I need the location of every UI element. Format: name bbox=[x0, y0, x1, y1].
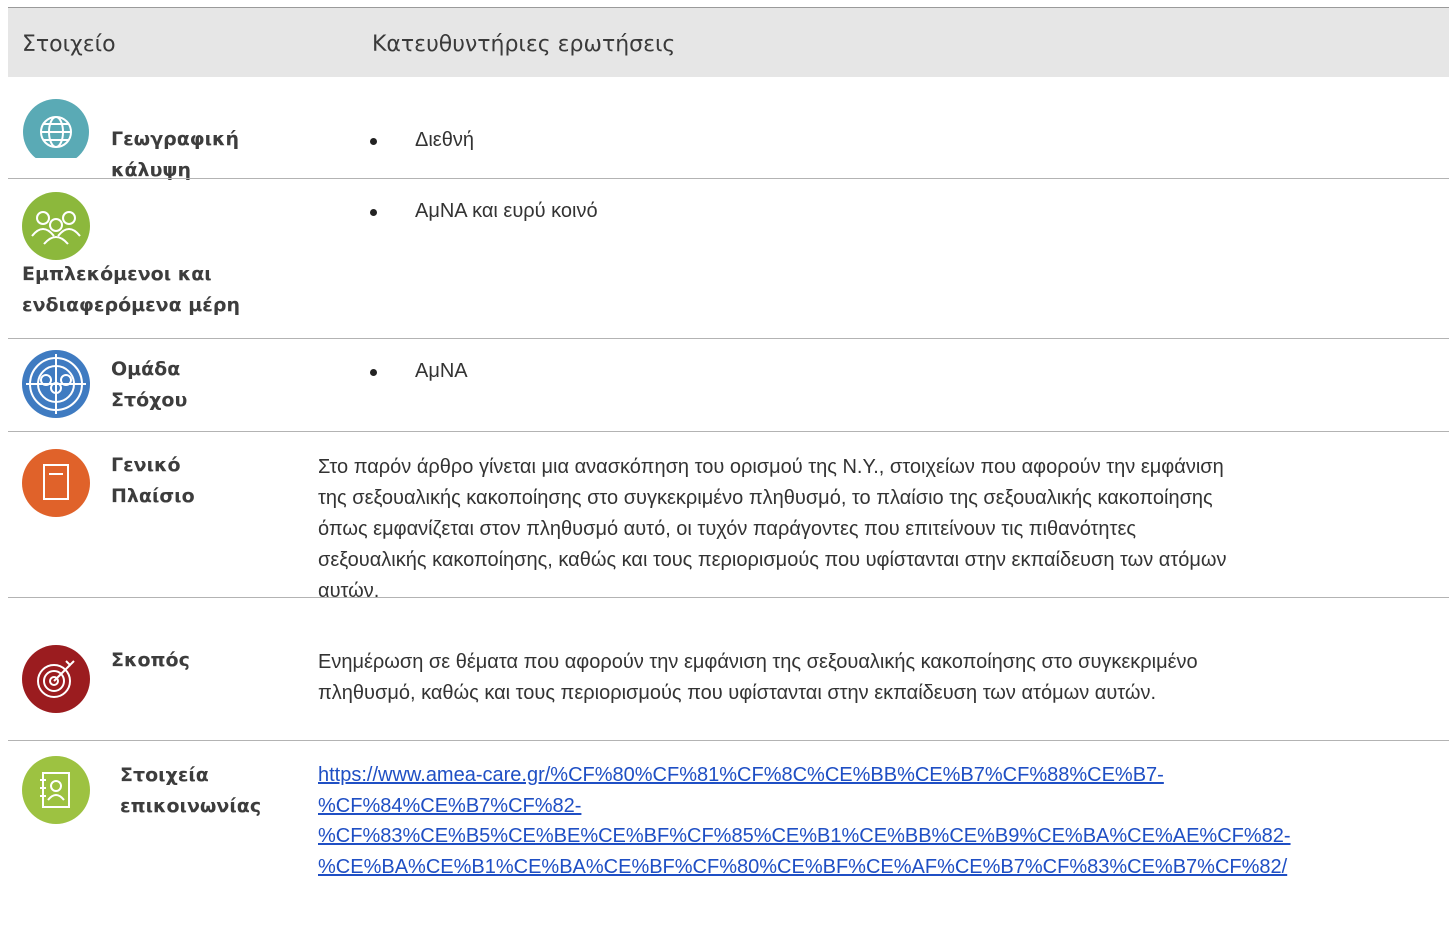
stakeholders-value: ΑμΝΑ και ευρύ κοινό bbox=[415, 200, 598, 222]
bullet-dot bbox=[370, 209, 377, 216]
bullet-dot bbox=[370, 138, 377, 145]
context-paragraph: Στο παρόν άρθρο γίνεται μια ανασκόπηση τ… bbox=[318, 456, 1227, 602]
contact-book-icon bbox=[22, 756, 90, 824]
label-goal: Σκοπός bbox=[111, 649, 190, 671]
row-divider bbox=[8, 338, 1449, 339]
contact-link[interactable]: https://www.amea-care.gr/%CF%80%CF%81%CF… bbox=[318, 760, 1291, 882]
people-group-icon bbox=[22, 192, 90, 260]
label-target-group: Ομάδα Στόχου bbox=[111, 358, 188, 411]
document-icon bbox=[22, 449, 90, 517]
label-stakeholders: Εμπλεκόμενοι και ενδιαφερόμενα μέρη bbox=[22, 263, 240, 316]
row-divider bbox=[8, 597, 1449, 598]
label-geographic-coverage: Γεωγραφική κάλυψη bbox=[111, 128, 240, 181]
label-general-context: Γενικό Πλαίσιο bbox=[111, 454, 195, 507]
target-group-icon bbox=[22, 350, 90, 418]
target-arrow-icon bbox=[22, 645, 90, 713]
row-divider bbox=[8, 431, 1449, 432]
header-element: Στοιχείο bbox=[22, 32, 116, 57]
row-divider bbox=[8, 740, 1449, 741]
globe-icon bbox=[23, 99, 89, 158]
geo-value: Διεθνή bbox=[415, 129, 474, 151]
bullet-dot bbox=[370, 369, 377, 376]
target-group-value: ΑμΝΑ bbox=[415, 360, 468, 382]
table-header: Στοιχείο Κατευθυντήριες ερωτήσεις bbox=[8, 8, 1449, 77]
label-contact-details: Στοιχεία επικοινωνίας bbox=[120, 764, 262, 817]
row-divider bbox=[8, 178, 1449, 179]
header-guiding-questions: Κατευθυντήριες ερωτήσεις bbox=[372, 32, 676, 57]
goal-paragraph: Ενημέρωση σε θέματα που αφορούν την εμφά… bbox=[318, 651, 1198, 704]
